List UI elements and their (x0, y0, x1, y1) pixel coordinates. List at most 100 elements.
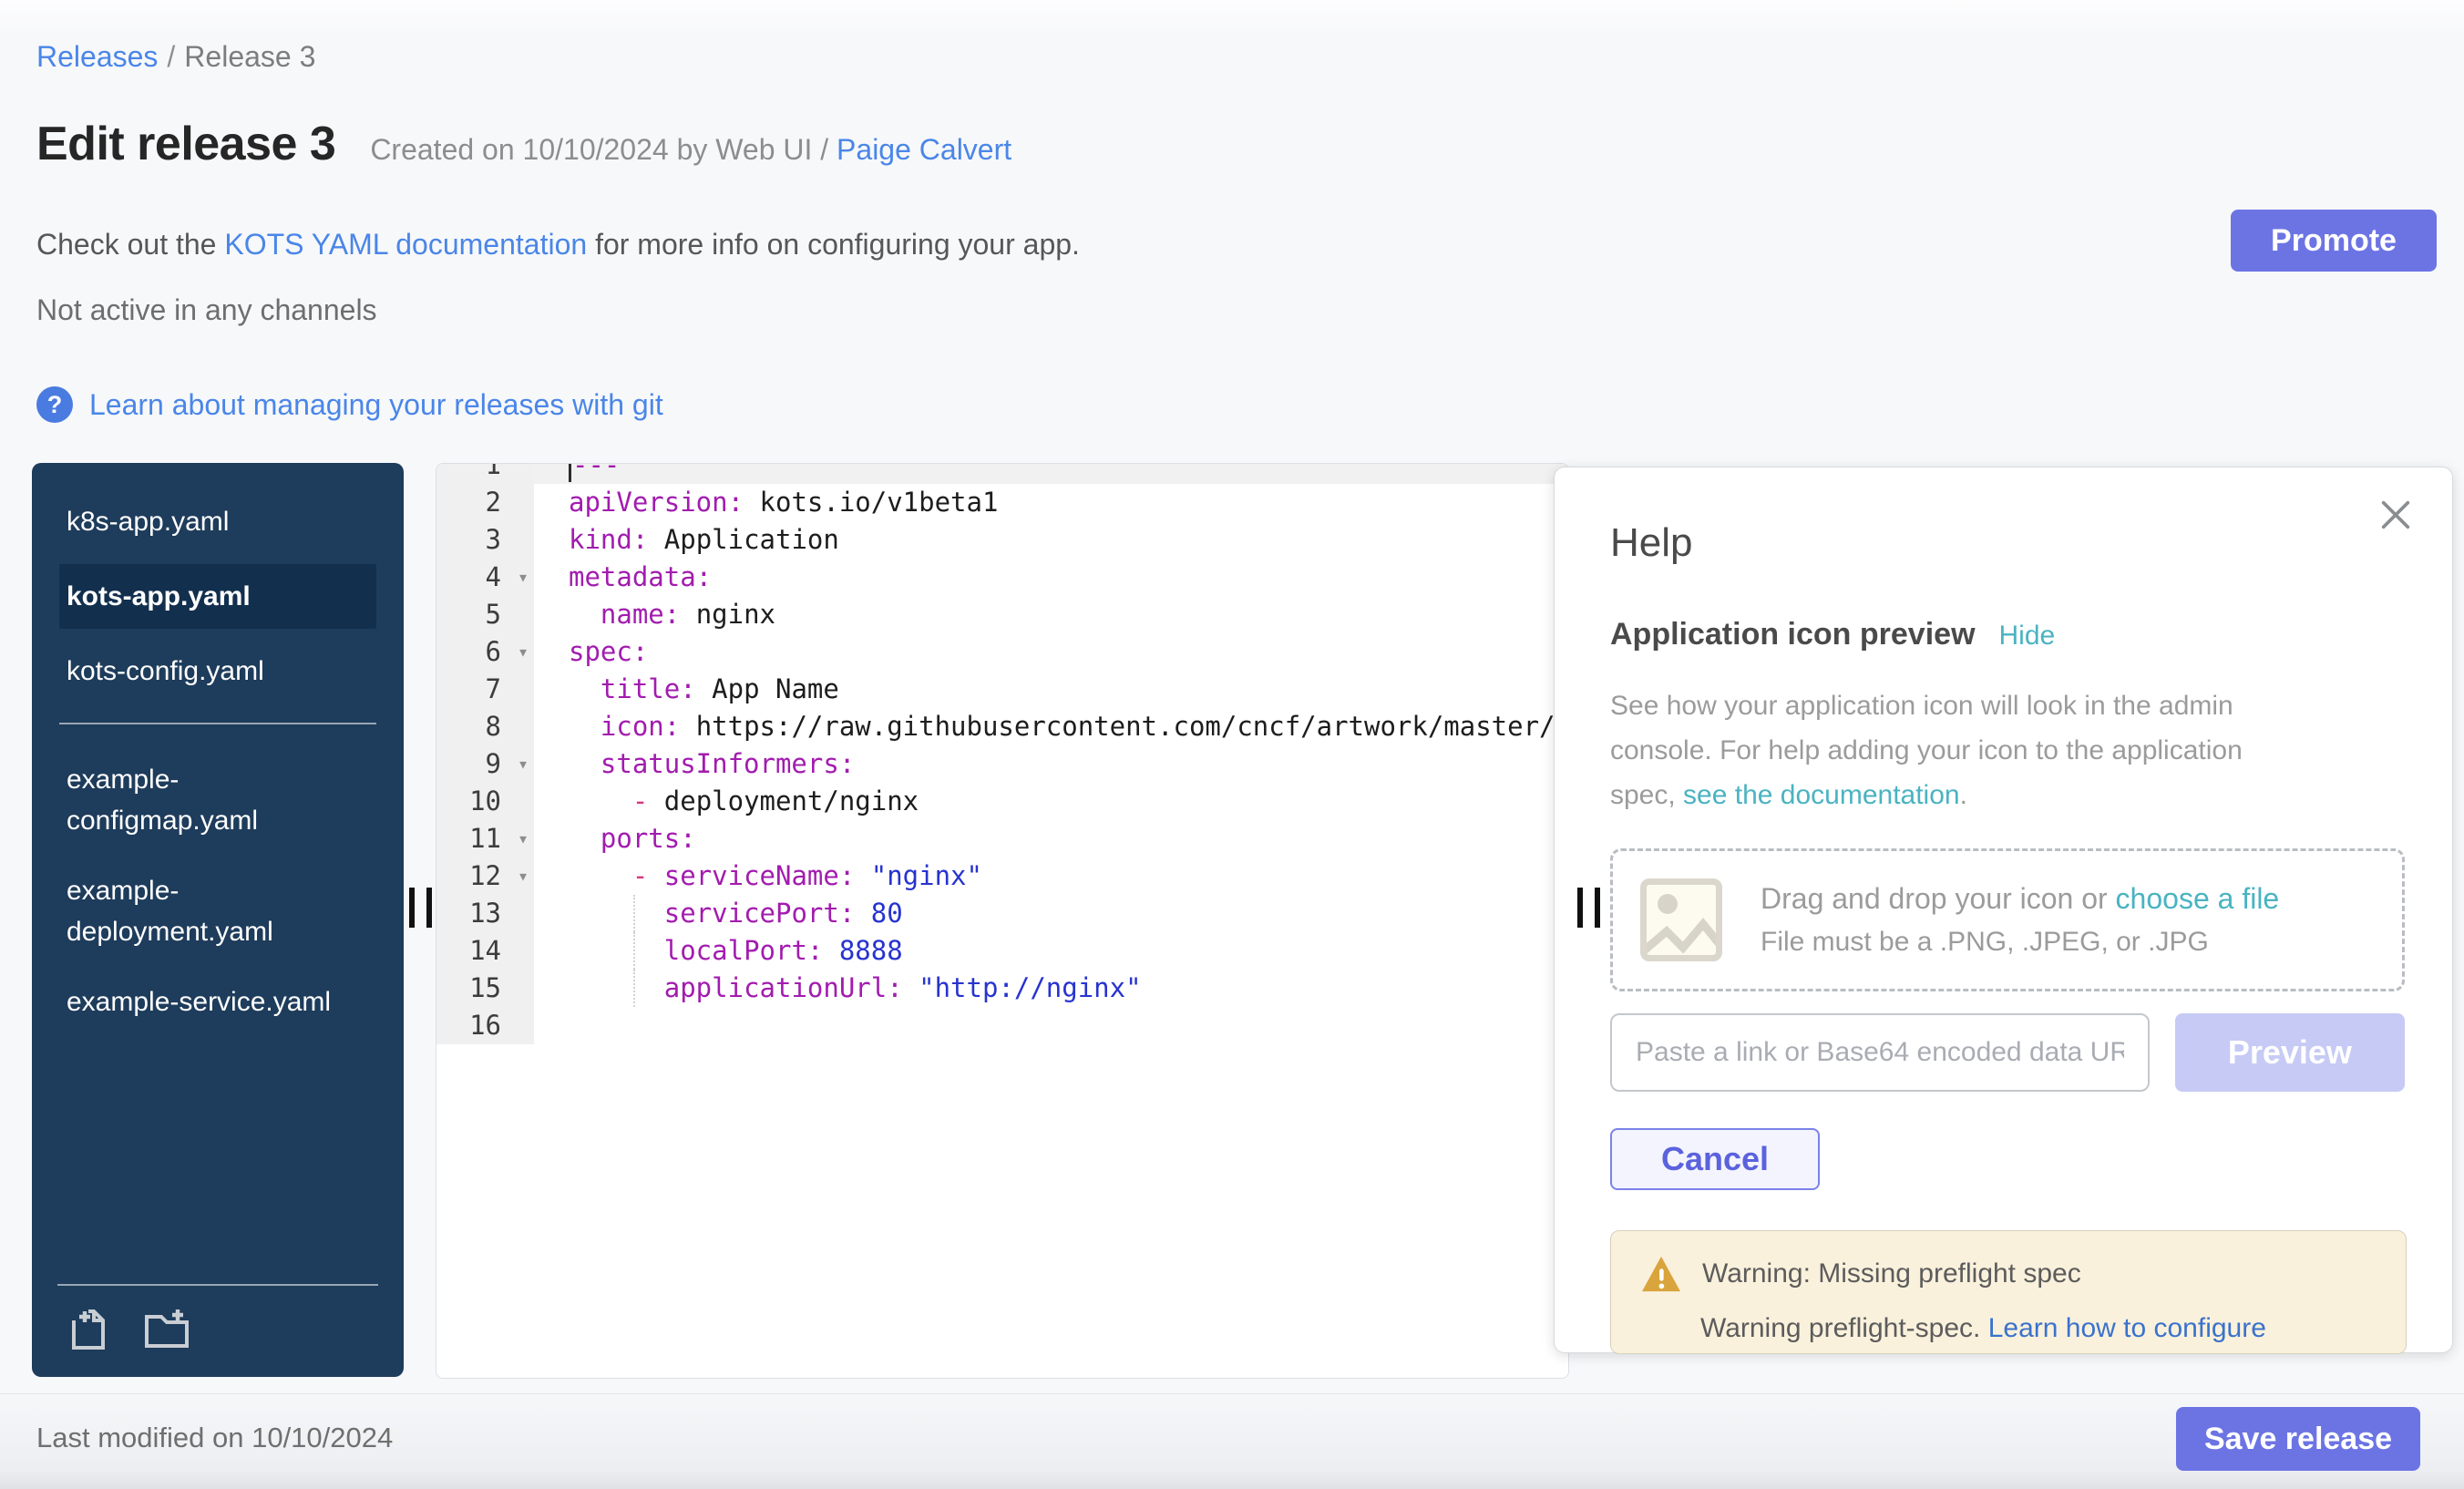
save-release-button[interactable]: Save release (2176, 1407, 2420, 1471)
code-line-14: localPort: 8888 (534, 932, 1568, 970)
title-row: Edit release 3 Created on 10/10/2024 by … (36, 117, 1011, 171)
file-item-example-configmap.yaml[interactable]: example-configmap.yaml (59, 752, 376, 848)
file-list-examples: example-configmap.yaml example-deployment… (59, 752, 376, 1030)
file-item-kots-app.yaml[interactable]: kots-app.yaml (59, 564, 376, 629)
line-number-1: 1 (436, 463, 534, 484)
breadcrumb-releases-link[interactable]: Releases (36, 40, 158, 73)
code-line-12: - serviceName: "nginx" (534, 857, 1568, 895)
warning-body: Warning preflight-spec. Learn how to con… (1700, 1313, 2378, 1344)
breadcrumb-separator: / (167, 40, 175, 73)
code-line-4: metadata: (534, 559, 1568, 596)
desc-after: . (1960, 780, 1967, 810)
help-title: Help (1610, 520, 2405, 566)
author-link[interactable]: Paige Calvert (837, 133, 1011, 166)
code-line-15: applicationUrl: "http://nginx" (534, 970, 1568, 1007)
created-on-text: Created on 10/10/2024 by Web UI / Paige … (370, 133, 1011, 167)
icon-url-input[interactable] (1610, 1013, 2150, 1092)
yaml-editor[interactable]: 1234▾56▾789▾1011▾12▾13141516 ---apiVersi… (436, 463, 1569, 1379)
text-cursor (569, 463, 571, 482)
line-number-2: 2 (436, 484, 534, 521)
code-line-8: icon: https://raw.githubusercontent.com/… (534, 708, 1568, 745)
editor-gutter: 1234▾56▾789▾1011▾12▾13141516 (436, 463, 534, 1044)
fold-arrow-icon[interactable]: ▾ (518, 820, 529, 857)
file-item-example-service.yaml[interactable]: example-service.yaml (59, 974, 376, 1030)
breadcrumb-current: Release 3 (184, 40, 315, 73)
footer-bar: Last modified on 10/10/2024 Save release (0, 1393, 2464, 1489)
kots-yaml-doc-link[interactable]: KOTS YAML documentation (224, 228, 587, 261)
icon-preview-description: See how your application icon will look … (1610, 683, 2266, 817)
git-releases-link[interactable]: Learn about managing your releases with … (89, 388, 663, 422)
last-modified-text: Last modified on 10/10/2024 (36, 1422, 393, 1454)
line-number-7: 7 (436, 671, 534, 708)
code-line-3: kind: Application (534, 521, 1568, 559)
doc-hint-line: Check out the KOTS YAML documentation fo… (36, 228, 1080, 262)
cancel-button[interactable]: Cancel (1610, 1128, 1820, 1190)
fold-arrow-icon[interactable]: ▾ (518, 559, 529, 596)
code-line-2: apiVersion: kots.io/v1beta1 (534, 484, 1568, 521)
new-folder-icon[interactable] (143, 1306, 190, 1353)
splitter-handle-left[interactable] (409, 888, 432, 928)
dropzone-text: Drag and drop your icon or choose a file… (1761, 882, 2279, 958)
image-placeholder-icon (1640, 878, 1722, 961)
line-number-6: 6▾ (436, 633, 534, 671)
file-item-k8s-app.yaml[interactable]: k8s-app.yaml (59, 494, 376, 549)
see-documentation-link[interactable]: see the documentation (1683, 780, 1960, 810)
preview-button[interactable]: Preview (2175, 1013, 2405, 1092)
doc-hint-after: for more info on configuring your app. (587, 228, 1080, 261)
code-line-13: servicePort: 80 (534, 895, 1568, 932)
help-panel: Help Application icon preview Hide See h… (1554, 467, 2453, 1353)
drop-requirements: File must be a .PNG, .JPEG, or .JPG (1761, 927, 2279, 958)
code-line-7: title: App Name (534, 671, 1568, 708)
line-number-14: 14 (436, 932, 534, 970)
fold-arrow-icon[interactable]: ▾ (518, 633, 529, 671)
code-line-16 (534, 1007, 1568, 1044)
icon-link-row: Preview (1610, 1013, 2405, 1092)
promote-button[interactable]: Promote (2231, 210, 2437, 272)
preflight-warning-box: Warning: Missing preflight spec Warning … (1610, 1230, 2407, 1354)
code-line-11: ports: (534, 820, 1568, 857)
line-number-8: 8 (436, 708, 534, 745)
doc-hint-before: Check out the (36, 228, 224, 261)
line-number-13: 13 (436, 895, 534, 932)
channel-status: Not active in any channels (36, 293, 377, 327)
line-number-15: 15 (436, 970, 534, 1007)
warning-body-text: Warning preflight-spec. (1700, 1313, 1988, 1343)
code-line-10: - deployment/nginx (534, 783, 1568, 820)
line-number-4: 4▾ (436, 559, 534, 596)
file-tree-divider (59, 723, 376, 724)
icon-dropzone[interactable]: Drag and drop your icon or choose a file… (1610, 848, 2405, 991)
line-number-11: 11▾ (436, 820, 534, 857)
fold-arrow-icon[interactable]: ▾ (518, 857, 529, 895)
close-icon[interactable] (2377, 497, 2414, 533)
warning-title: Warning: Missing preflight spec (1702, 1258, 2081, 1289)
question-mark-icon: ? (36, 386, 73, 423)
splitter-handle-right[interactable] (1577, 888, 1600, 928)
file-tree-sidebar: k8s-app.yaml kots-app.yaml kots-config.yam… (32, 463, 404, 1377)
breadcrumb: Releases / Release 3 (36, 40, 315, 74)
file-tree-actions (57, 1284, 378, 1377)
line-number-10: 10 (436, 783, 534, 820)
file-list-main: k8s-app.yaml kots-app.yaml kots-config.yam… (59, 494, 376, 699)
file-item-example-deployment.yaml[interactable]: example-deployment.yaml (59, 863, 376, 960)
line-number-16: 16 (436, 1007, 534, 1044)
line-number-5: 5 (436, 596, 534, 633)
code-line-6: spec: (534, 633, 1568, 671)
hide-link[interactable]: Hide (1999, 621, 2056, 652)
icon-preview-section-header: Application icon preview Hide (1610, 617, 2405, 652)
created-on-label: Created on 10/10/2024 by Web UI / (370, 133, 828, 166)
code-line-5: name: nginx (534, 596, 1568, 633)
code-line-9: statusInformers: (534, 745, 1568, 783)
git-help-row: ? Learn about managing your releases wit… (36, 386, 663, 423)
line-number-3: 3 (436, 521, 534, 559)
warning-configure-link[interactable]: Learn how to configure (1988, 1313, 2266, 1343)
new-file-icon[interactable] (65, 1306, 112, 1353)
choose-file-link[interactable]: choose a file (2116, 882, 2280, 915)
line-number-12: 12▾ (436, 857, 534, 895)
editor-inner: 1234▾56▾789▾1011▾12▾13141516 ---apiVersi… (436, 463, 1568, 1044)
page-title: Edit release 3 (36, 117, 335, 171)
fold-arrow-icon[interactable]: ▾ (518, 745, 529, 783)
file-item-kots-config.yaml[interactable]: kots-config.yaml (59, 643, 376, 699)
drop-text: Drag and drop your icon or (1761, 882, 2116, 915)
editor-code[interactable]: ---apiVersion: kots.io/v1beta1kind: Appl… (534, 463, 1568, 1044)
line-number-9: 9▾ (436, 745, 534, 783)
